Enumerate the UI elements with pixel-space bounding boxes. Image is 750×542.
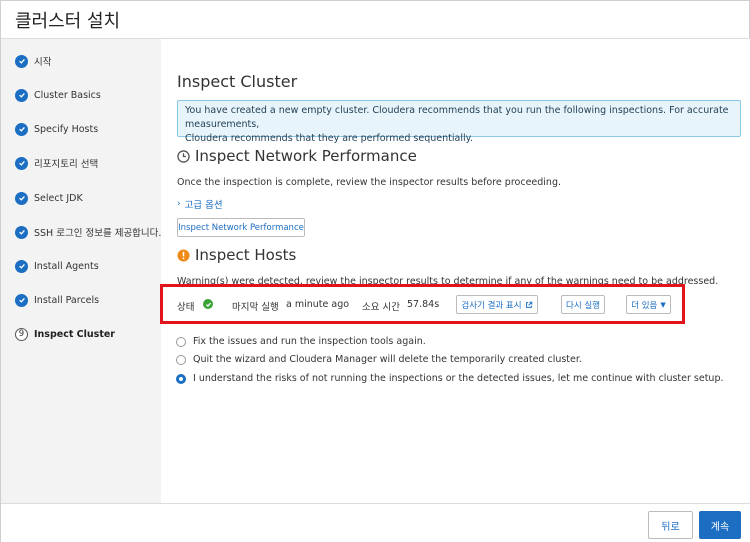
wizard-window: 클러스터 설치 시작 Cluster Basics Specify Hosts … [0, 0, 750, 542]
sidebar-step-ssh[interactable]: SSH 로그인 정보를 제공합니다. [15, 224, 161, 240]
warning-icon [177, 248, 190, 262]
window-title: 클러스터 설치 [1, 1, 750, 39]
info-alert-line2: Cloudera recommends that they are perfor… [185, 133, 473, 144]
advanced-options-label: 고급 옵션 [184, 200, 223, 211]
sidebar-step-repository[interactable]: 리포지토리 선택 [15, 155, 98, 171]
last-run-label: 마지막 실행 [232, 302, 279, 313]
option-label: Quit the wizard and Cloudera Manager wil… [193, 354, 582, 365]
check-icon [15, 225, 28, 239]
window-title-text: 클러스터 설치 [15, 10, 121, 32]
sidebar-step-label: Specify Hosts [34, 123, 99, 135]
external-link-icon [525, 301, 532, 308]
option-label: I understand the risks of not running th… [193, 373, 724, 384]
rerun-button[interactable]: 다시 실행 [561, 295, 605, 314]
option-fix-issues[interactable]: Fix the issues and run the inspection to… [176, 336, 426, 347]
inspect-network-button[interactable]: Inspect Network Performance [177, 218, 305, 237]
back-button[interactable]: 뒤로 [648, 511, 693, 539]
radio-button-selected[interactable] [176, 373, 186, 384]
continue-button[interactable]: 계속 [699, 511, 741, 539]
show-results-label: 검사기 결과 표시 [461, 300, 522, 311]
info-alert-line1: You have created a new empty cluster. Cl… [185, 105, 729, 130]
sidebar-step-label: Select JDK [34, 192, 83, 204]
network-heading-text: Inspect Network Performance [195, 147, 417, 165]
show-inspector-results-button[interactable]: 검사기 결과 표시 [456, 295, 538, 314]
check-icon [15, 156, 28, 170]
status-label: 상태 [177, 302, 195, 313]
sidebar-step-install-parcels[interactable]: Install Parcels [15, 292, 99, 308]
duration-value: 57.84s [407, 299, 440, 310]
sidebar-step-cluster-basics[interactable]: Cluster Basics [15, 87, 101, 103]
step-number-badge: 9 [15, 327, 28, 341]
hosts-heading: Inspect Hosts [177, 246, 296, 264]
check-icon [15, 259, 28, 273]
chevron-right-icon: › [177, 199, 181, 209]
sidebar-step-label: 리포지토리 선택 [34, 159, 99, 170]
sidebar-step-select-jdk[interactable]: Select JDK [15, 190, 83, 206]
option-label: Fix the issues and run the inspection to… [193, 336, 426, 347]
check-icon [15, 293, 28, 307]
sidebar-step-start[interactable]: 시작 [15, 53, 51, 69]
sidebar-step-specify-hosts[interactable]: Specify Hosts [15, 121, 98, 137]
advanced-options-link[interactable]: › 고급 옵션 [177, 197, 223, 211]
footer-bar [1, 503, 750, 542]
network-heading: Inspect Network Performance [177, 147, 417, 165]
radio-button[interactable] [176, 336, 186, 347]
radio-button[interactable] [176, 354, 186, 365]
option-continue-setup[interactable]: I understand the risks of not running th… [176, 373, 724, 384]
network-description: Once the inspection is complete, review … [177, 177, 561, 188]
check-icon [15, 191, 28, 205]
sidebar-step-label: Install Agents [34, 260, 99, 272]
check-icon [15, 88, 28, 102]
sidebar-step-inspect-cluster[interactable]: 9 Inspect Cluster [15, 326, 115, 342]
check-circle-icon [203, 299, 213, 309]
caret-down-icon: ▼ [660, 300, 666, 309]
sidebar-step-install-agents[interactable]: Install Agents [15, 258, 99, 274]
sidebar-step-label: 시작 [34, 57, 52, 68]
duration-label: 소요 시간 [362, 302, 400, 313]
sidebar-step-label: SSH 로그인 정보를 제공합니다. [34, 228, 162, 239]
sidebar-step-label: Cluster Basics [34, 89, 101, 101]
check-icon [15, 122, 28, 136]
hosts-heading-text: Inspect Hosts [195, 246, 297, 264]
check-icon [15, 54, 28, 68]
page-title: Inspect Cluster [177, 72, 298, 91]
clock-icon [177, 149, 190, 163]
sidebar-step-label: Inspect Cluster [34, 328, 115, 340]
sidebar-step-label: Install Parcels [34, 294, 100, 306]
option-quit-wizard[interactable]: Quit the wizard and Cloudera Manager wil… [176, 354, 582, 365]
info-alert: You have created a new empty cluster. Cl… [177, 100, 741, 144]
more-label: 더 있음 [631, 300, 658, 311]
last-run-value: a minute ago [286, 299, 350, 310]
more-dropdown-button[interactable]: 더 있음 ▼ [626, 295, 671, 314]
